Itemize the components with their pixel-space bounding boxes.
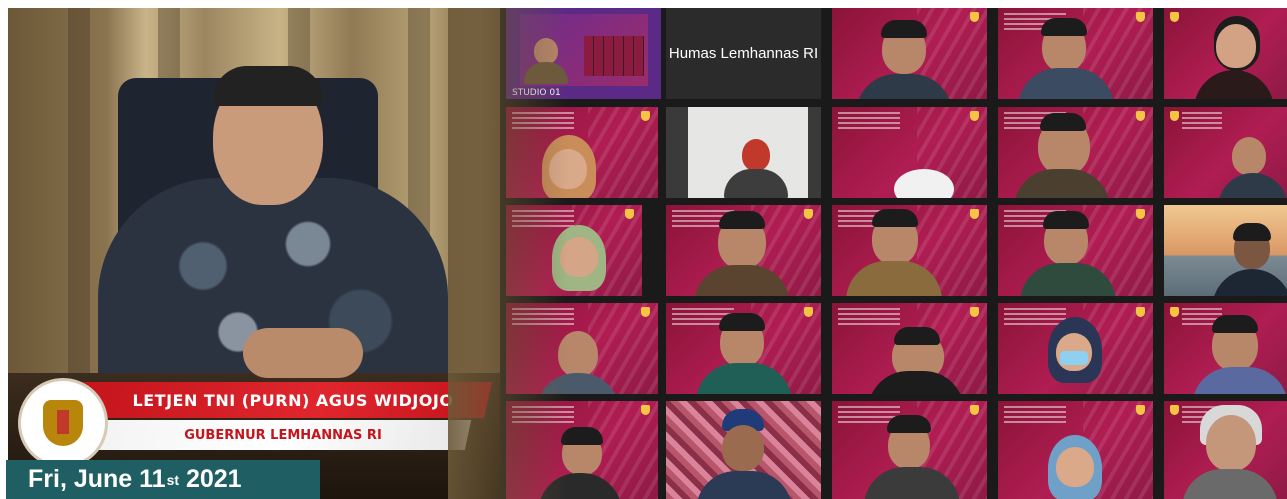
participant-tile[interactable] <box>832 8 987 99</box>
participant-tile[interactable] <box>666 205 821 296</box>
participant-tile[interactable] <box>506 303 658 394</box>
host-name-label: Humas Lemhannas RI <box>668 45 819 62</box>
lemhannas-logo-icon <box>18 378 108 468</box>
speaker-title: GUBERNUR LEMHANNAS RI <box>184 427 382 443</box>
participant-tile[interactable] <box>1164 8 1287 99</box>
participant-tile[interactable] <box>506 401 658 499</box>
participant-tile[interactable] <box>998 205 1153 296</box>
speaker-lower-third: LETJEN TNI (PURN) AGUS WIDJOJO GUBERNUR … <box>18 374 492 468</box>
participant-tile[interactable] <box>1164 205 1287 296</box>
participant-tile[interactable] <box>666 401 821 499</box>
video-conference-screenshot: LETJEN TNI (PURN) AGUS WIDJOJO GUBERNUR … <box>8 8 1287 499</box>
participant-tile[interactable] <box>506 107 658 198</box>
participant-tile[interactable] <box>998 8 1153 99</box>
participant-tile[interactable] <box>998 107 1153 198</box>
participant-tile[interactable] <box>832 401 987 499</box>
participant-tile[interactable] <box>832 107 987 198</box>
studio-label: STUDIO 01 <box>512 88 561 98</box>
participant-tile[interactable] <box>998 401 1153 499</box>
participant-tile[interactable] <box>1164 401 1287 499</box>
participant-tile[interactable] <box>832 205 987 296</box>
participant-tile[interactable] <box>506 205 642 296</box>
participant-tile[interactable] <box>998 303 1153 394</box>
date-year: 2021 <box>179 465 242 493</box>
participant-tile[interactable] <box>1164 107 1287 198</box>
participant-tile-studio[interactable]: STUDIO 01 <box>506 8 661 99</box>
participant-tile[interactable] <box>1164 303 1287 394</box>
date-text: Fri, June 11 <box>28 465 166 493</box>
date-ordinal: st <box>166 471 180 488</box>
participant-tile[interactable] <box>832 303 987 394</box>
speaker-name: LETJEN TNI (PURN) AGUS WIDJOJO <box>132 390 454 410</box>
participant-tile[interactable] <box>666 303 821 394</box>
participant-tile[interactable] <box>666 107 821 198</box>
participant-tile-host[interactable]: Humas Lemhannas RI <box>666 8 821 99</box>
participant-grid: STUDIO 01 Humas Lemhannas RI <box>500 8 1287 499</box>
date-banner: Fri, June 11st 2021 <box>6 460 320 499</box>
